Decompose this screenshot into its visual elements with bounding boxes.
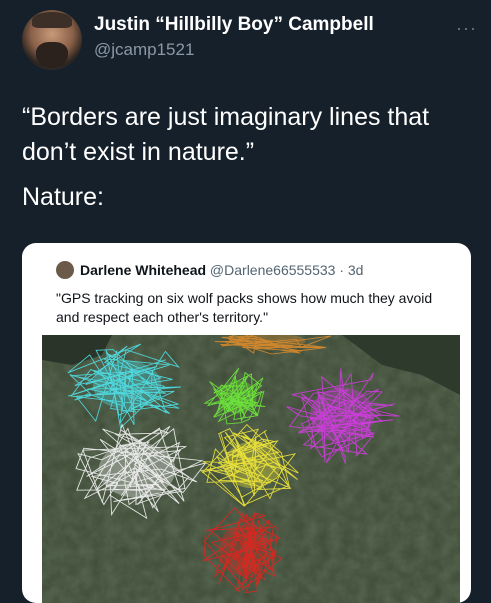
- avatar-beard: [36, 42, 68, 68]
- quoted-age: · 3d: [339, 262, 364, 278]
- author-name[interactable]: Justin “Hillbilly Boy” Campbell: [94, 14, 374, 36]
- quoted-author-handle: @Darlene66555533: [209, 262, 336, 278]
- author-avatar[interactable]: [22, 10, 82, 70]
- map-svg: [42, 335, 460, 603]
- author-handle[interactable]: @jcamp1521: [94, 40, 194, 60]
- more-options-icon[interactable]: ···: [456, 18, 477, 39]
- quoted-header: Darlene Whitehead @Darlene66555533 · 3d: [80, 262, 363, 278]
- quoted-author-name: Darlene Whitehead: [80, 262, 207, 278]
- wolf-territory-map: [42, 335, 460, 603]
- tweet-text-line2: Nature:: [22, 183, 104, 211]
- tweet-text: “Borders are just imaginary lines that d…: [22, 100, 477, 215]
- embedded-image-card[interactable]: Darlene Whitehead @Darlene66555533 · 3d …: [22, 243, 471, 603]
- tweet-text-line1: “Borders are just imaginary lines that d…: [22, 103, 430, 166]
- quoted-text: "GPS tracking on six wolf packs shows ho…: [56, 290, 433, 325]
- avatar-hair: [32, 12, 72, 28]
- quoted-avatar: [56, 261, 74, 279]
